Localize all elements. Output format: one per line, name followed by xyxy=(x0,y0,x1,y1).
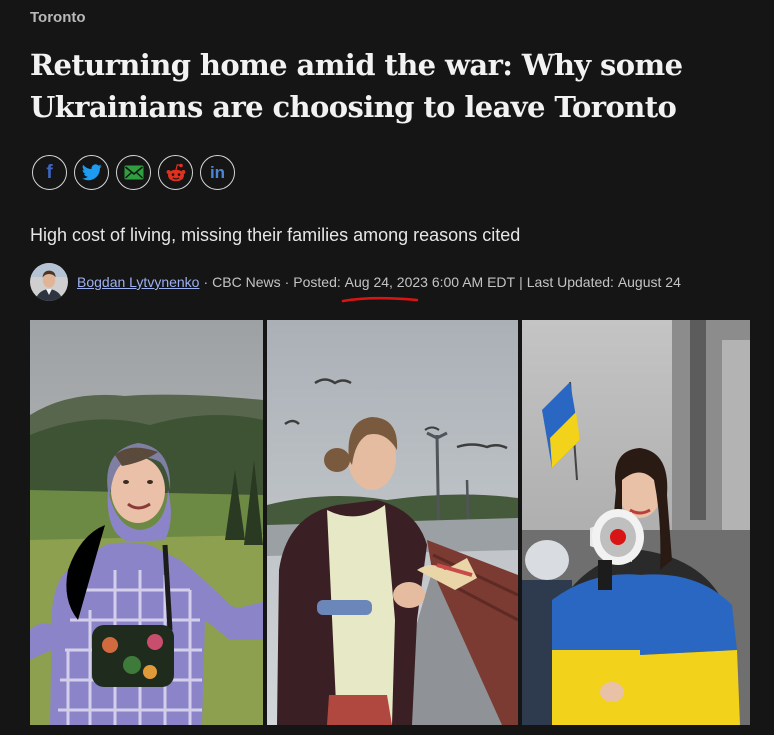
posted-time: 6:00 AM EDT xyxy=(431,274,516,290)
share-bar: f in xyxy=(32,155,235,190)
facebook-icon: f xyxy=(46,161,53,183)
posted-label: Posted: xyxy=(293,274,341,290)
author-link[interactable]: Bogdan Lytvynenko xyxy=(77,274,199,290)
email-share-button[interactable] xyxy=(116,155,151,190)
red-underline-annotation xyxy=(341,296,418,303)
posted-date: Aug 24, 2023 xyxy=(341,274,428,303)
linkedin-share-button[interactable]: in xyxy=(200,155,235,190)
byline-separator: · xyxy=(203,274,209,290)
byline-separator: · xyxy=(284,274,290,290)
byline: Bogdan Lytvynenko · CBC News · Posted: A… xyxy=(30,263,681,303)
outlet-name: CBC News xyxy=(212,274,281,290)
reddit-share-button[interactable] xyxy=(158,155,193,190)
byline-separator: | xyxy=(519,274,523,290)
lead-photo-collage[interactable] xyxy=(30,320,750,725)
linkedin-icon: in xyxy=(209,162,226,182)
twitter-share-button[interactable] xyxy=(74,155,109,190)
reddit-icon xyxy=(166,163,185,181)
section-label[interactable]: Toronto xyxy=(30,9,86,26)
email-icon xyxy=(124,165,143,180)
updated-date: August 24 xyxy=(617,274,681,290)
author-avatar[interactable] xyxy=(30,263,68,301)
facebook-share-button[interactable]: f xyxy=(32,155,67,190)
photo-young-man-pier xyxy=(267,320,518,725)
updated-label: Last Updated: xyxy=(526,274,614,290)
article-dek: High cost of living, missing their famil… xyxy=(30,225,521,245)
photo-woman-mountains xyxy=(30,320,263,725)
twitter-icon xyxy=(81,164,102,181)
posted-date-text: Aug 24, 2023 xyxy=(344,274,428,290)
photo-woman-megaphone xyxy=(522,320,750,725)
article-headline: Returning home amid the war: Why some Uk… xyxy=(30,48,683,124)
